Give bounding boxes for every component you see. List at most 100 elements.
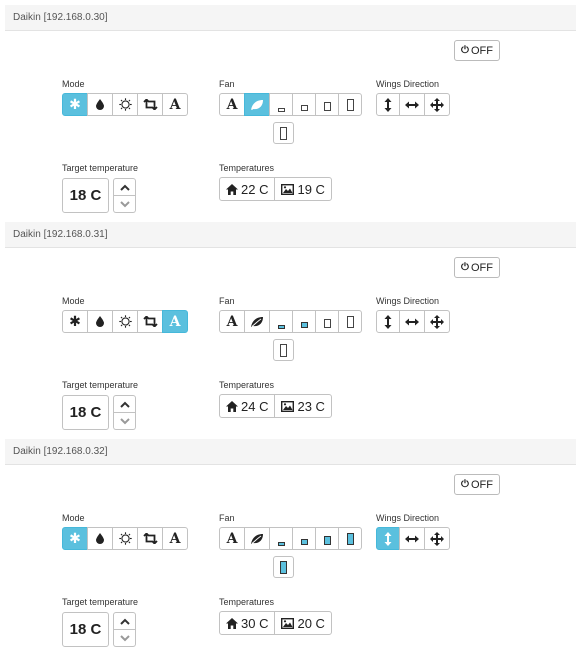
fan-level-bar-icon [280, 126, 287, 140]
retweet-icon [142, 533, 158, 544]
arrows-move-icon [430, 531, 444, 546]
fan-level-2-button[interactable] [292, 527, 316, 550]
fan-level-bar-icon [280, 560, 287, 574]
wings-vertical-button[interactable] [376, 93, 400, 116]
power-icon: ⏻ [461, 45, 469, 56]
mode-dry-button[interactable] [87, 310, 113, 333]
wings-group [376, 93, 450, 116]
fan-level-bar-icon [277, 107, 285, 112]
mode-dry-button[interactable] [87, 93, 113, 116]
wings-both-button[interactable] [424, 527, 450, 550]
power-off-button[interactable]: ⏻ OFF [454, 474, 500, 495]
fan-level-bar-icon [300, 321, 308, 328]
mode-fan-button[interactable] [137, 93, 163, 116]
wings-group [376, 310, 450, 333]
chevron-up-icon [119, 618, 130, 625]
temp-down-button[interactable] [113, 630, 136, 647]
fan-level-5-button[interactable] [273, 556, 294, 578]
picture-icon [281, 400, 295, 412]
temp-up-button[interactable] [113, 178, 136, 196]
outdoor-temp: 23 C [274, 394, 332, 418]
mode-heat-button[interactable] [112, 93, 138, 116]
wings-horizontal-button[interactable] [399, 93, 425, 116]
fan-level-1-button[interactable] [269, 527, 293, 550]
wings-horizontal-button[interactable] [399, 527, 425, 550]
mode-cool-button[interactable]: ✱ [62, 93, 88, 116]
fan-silence-button[interactable] [244, 93, 270, 116]
target-temp-label: Target temperature [62, 163, 139, 173]
mode-fan-button[interactable] [137, 527, 163, 550]
wings-vertical-button[interactable] [376, 310, 400, 333]
power-off-button[interactable]: ⏻ OFF [454, 257, 500, 278]
fan-level-2-button[interactable] [292, 93, 316, 116]
mode-cool-button[interactable]: ✱ [62, 527, 88, 550]
snowflake-icon: ✱ [69, 530, 81, 546]
fan-level-3-button[interactable] [315, 93, 339, 116]
arrows-vertical-icon [384, 531, 392, 546]
wings-vertical-button[interactable] [376, 527, 400, 550]
mode-dry-button[interactable] [87, 527, 113, 550]
temperatures-label: Temperatures [219, 597, 275, 607]
mode-heat-button[interactable] [112, 310, 138, 333]
fan-level-3-button[interactable] [315, 310, 339, 333]
mode-auto-button[interactable]: A [162, 527, 188, 550]
mode-fan-button[interactable] [137, 310, 163, 333]
target-temp-value: 18 C [62, 395, 109, 430]
device-name: Daikin [192.168.0.31] [13, 229, 108, 240]
fan-auto-button[interactable]: A [219, 310, 245, 333]
target-temp-label: Target temperature [62, 597, 139, 607]
home-icon [226, 400, 238, 412]
wings-both-button[interactable] [424, 93, 450, 116]
mode-auto-button[interactable]: A [162, 93, 188, 116]
fan-level-4-button[interactable] [338, 310, 362, 333]
arrows-vertical-icon [384, 97, 392, 112]
outdoor-temp: 19 C [274, 177, 332, 201]
fan-level-5-button[interactable] [273, 339, 294, 361]
fan-level-bar-icon [277, 324, 285, 329]
fan-level-4-button[interactable] [338, 93, 362, 116]
fan-level-5-button[interactable] [273, 122, 294, 144]
mode-heat-button[interactable] [112, 527, 138, 550]
device-panel: Daikin [192.168.0.31] ⏻ OFF Mode ✱ A Fan… [5, 222, 576, 439]
fan-silence-button[interactable] [244, 310, 270, 333]
wings-horizontal-button[interactable] [399, 310, 425, 333]
target-temp-label: Target temperature [62, 380, 139, 390]
snowflake-icon: ✱ [69, 96, 81, 112]
temp-down-button[interactable] [113, 196, 136, 213]
fan-level-2-button[interactable] [292, 310, 316, 333]
power-off-label: OFF [470, 261, 493, 274]
device-panel: Daikin [192.168.0.32] ⏻ OFF Mode ✱ A Fan… [5, 439, 576, 656]
mode-group: ✱ A [62, 93, 188, 116]
fan-level-1-button[interactable] [269, 93, 293, 116]
fan-group: A [219, 93, 362, 116]
fan-level-4-button[interactable] [338, 527, 362, 550]
fan-auto-button[interactable]: A [219, 93, 245, 116]
fan-auto-button[interactable]: A [219, 527, 245, 550]
chevron-down-icon [119, 200, 130, 207]
home-icon [226, 617, 238, 629]
fan-silence-button[interactable] [244, 527, 270, 550]
fan-level-1-button[interactable] [269, 310, 293, 333]
fan-level-bar-icon [280, 343, 287, 357]
fan-level-bar-icon [323, 536, 331, 545]
wings-both-button[interactable] [424, 310, 450, 333]
arrows-vertical-icon [384, 314, 392, 329]
letter-a-icon: A [169, 530, 181, 547]
sun-icon [118, 98, 132, 111]
mode-label: Mode [62, 513, 85, 523]
mode-cool-button[interactable]: ✱ [62, 310, 88, 333]
outdoor-temp-value: 19 C [297, 181, 325, 197]
power-icon: ⏻ [461, 262, 469, 273]
temperatures-group: 24 C 23 C [219, 394, 332, 418]
fan-group: A [219, 310, 362, 333]
fan-level-3-button[interactable] [315, 527, 339, 550]
home-icon [226, 183, 238, 195]
fan-label: Fan [219, 513, 235, 523]
power-off-button[interactable]: ⏻ OFF [454, 40, 500, 61]
temp-up-button[interactable] [113, 612, 136, 630]
temp-down-button[interactable] [113, 413, 136, 430]
temp-up-button[interactable] [113, 395, 136, 413]
mode-auto-button[interactable]: A [162, 310, 188, 333]
picture-icon [281, 617, 295, 629]
retweet-icon [142, 99, 158, 110]
